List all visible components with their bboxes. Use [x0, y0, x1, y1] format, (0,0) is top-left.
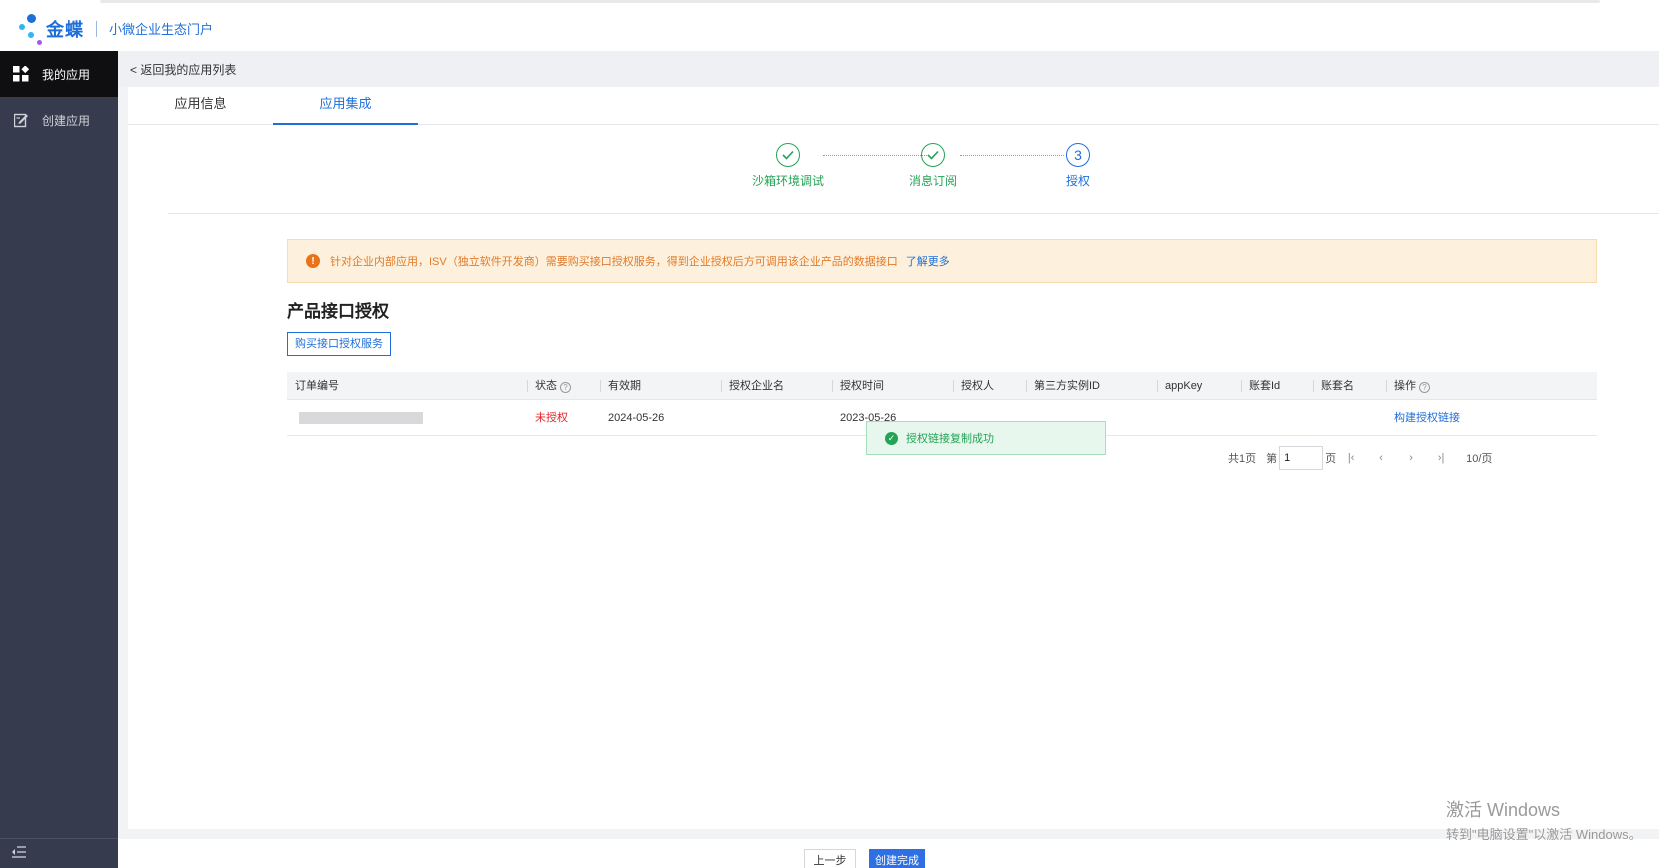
- app-header: 金蝶 小微企业生态门户: [0, 6, 1659, 51]
- sidebar-item-my-apps[interactable]: 我的应用: [0, 51, 118, 97]
- step-label: 消息订阅: [908, 174, 957, 188]
- info-alert: ! 针对企业内部应用，ISV（独立软件开发商）需要购买接口授权服务，得到企业授权…: [287, 239, 1597, 283]
- address-bar: [100, 0, 1600, 3]
- prev-step-button[interactable]: 上一步: [804, 849, 856, 868]
- col-action: 操作?: [1386, 372, 1430, 400]
- edit-icon: [12, 111, 30, 129]
- step-message-subscription: 消息订阅: [883, 143, 983, 189]
- cell-valid-until: 2024-05-26: [608, 412, 665, 424]
- pagination: 共1页 第 页 |‹ ‹ › ›| 10/页: [1228, 446, 1492, 470]
- page-prefix: 第: [1266, 453, 1278, 465]
- toast-text: 授权链接复制成功: [906, 433, 994, 445]
- windows-activation-watermark: 激活 Windows 转到"电脑设置"以激活 Windows。: [1446, 796, 1642, 843]
- menu-collapse-icon: [12, 846, 26, 861]
- brand-name[interactable]: 金蝶: [46, 16, 84, 42]
- check-icon: [776, 143, 800, 167]
- collapse-sidebar-button[interactable]: [0, 838, 118, 868]
- check-icon: [921, 143, 945, 167]
- col-company: 授权企业名: [721, 372, 784, 400]
- sidebar-item-label: 创建应用: [42, 113, 91, 128]
- success-check-icon: ✓: [885, 431, 898, 445]
- col-auth-time: 授权时间: [832, 372, 884, 400]
- step-number: 3: [1066, 143, 1090, 167]
- cell-status: 未授权: [535, 412, 568, 424]
- tab-app-info[interactable]: 应用信息: [128, 87, 273, 125]
- back-to-app-list-link[interactable]: < 返回我的应用列表: [118, 51, 1659, 87]
- success-toast: ✓ 授权链接复制成功: [866, 421, 1106, 455]
- help-icon[interactable]: ?: [1419, 382, 1430, 393]
- col-valid-until: 有效期: [600, 372, 641, 400]
- col-authorizer: 授权人: [953, 372, 994, 400]
- col-instance-id: 第三方实例ID: [1026, 372, 1100, 400]
- page-suffix: 页: [1325, 453, 1337, 465]
- step-authorization: 3 授权: [1028, 143, 1128, 189]
- buy-api-auth-button[interactable]: 购买接口授权服务: [287, 332, 391, 356]
- col-status: 状态?: [527, 372, 571, 400]
- col-label: 状态: [535, 380, 557, 392]
- col-app-key: appKey: [1157, 372, 1202, 400]
- build-auth-link-button[interactable]: 构建授权链接: [1386, 400, 1460, 436]
- page-size-select[interactable]: 10/页: [1466, 450, 1492, 466]
- finish-create-button[interactable]: 创建完成: [869, 849, 925, 868]
- section-title: 产品接口授权: [287, 302, 389, 321]
- first-page-icon[interactable]: |‹: [1341, 452, 1361, 464]
- step-sandbox-debug: 沙箱环境调试: [738, 143, 838, 189]
- redacted-order-number: [299, 412, 423, 425]
- grid-icon: [12, 65, 30, 83]
- tab-app-integration[interactable]: 应用集成: [273, 87, 418, 125]
- watermark-line1: 激活 Windows: [1446, 800, 1561, 820]
- cell-order-no: [287, 400, 423, 436]
- watermark-line2: 转到"电脑设置"以激活 Windows。: [1446, 827, 1642, 842]
- footer-bar: 上一步 创建完成: [118, 839, 1659, 868]
- alert-text: 针对企业内部应用，ISV（独立软件开发商）需要购买接口授权服务，得到企业授权后方…: [330, 256, 898, 268]
- learn-more-link[interactable]: 了解更多: [906, 253, 950, 269]
- sidebar-item-label: 我的应用: [42, 67, 91, 82]
- col-label: 操作: [1394, 380, 1416, 392]
- kingdee-logo-icon: [18, 13, 44, 45]
- main-content: 应用信息 应用集成 沙箱环境调试 消息订阅 3 授权 ! 针对企业内部应用，IS…: [128, 87, 1659, 829]
- step-label: 沙箱环境调试: [751, 174, 824, 188]
- help-icon[interactable]: ?: [560, 382, 571, 393]
- warning-icon: !: [306, 254, 320, 268]
- portal-subtitle: 小微企业生态门户: [109, 22, 214, 37]
- last-page-icon[interactable]: ›|: [1431, 452, 1451, 464]
- col-order-no: 订单编号: [295, 380, 339, 392]
- prev-page-icon[interactable]: ‹: [1371, 452, 1391, 464]
- step-label: 授权: [1065, 174, 1090, 188]
- col-account-id: 账套Id: [1241, 372, 1280, 400]
- header-divider: [96, 20, 97, 37]
- sidebar: 我的应用 创建应用: [0, 51, 118, 868]
- page-number-input[interactable]: [1279, 446, 1324, 470]
- progress-steps: 沙箱环境调试 消息订阅 3 授权: [168, 125, 1659, 214]
- next-page-icon[interactable]: ›: [1401, 452, 1421, 464]
- col-account-name: 账套名: [1313, 372, 1354, 400]
- sidebar-item-create-app[interactable]: 创建应用: [0, 97, 118, 143]
- tab-bar: 应用信息 应用集成: [128, 87, 1659, 125]
- table-header: 订单编号 状态? 有效期 授权企业名 授权时间 授权人 第三方实例ID appK…: [287, 372, 1597, 400]
- page-total: 共1页: [1228, 453, 1257, 465]
